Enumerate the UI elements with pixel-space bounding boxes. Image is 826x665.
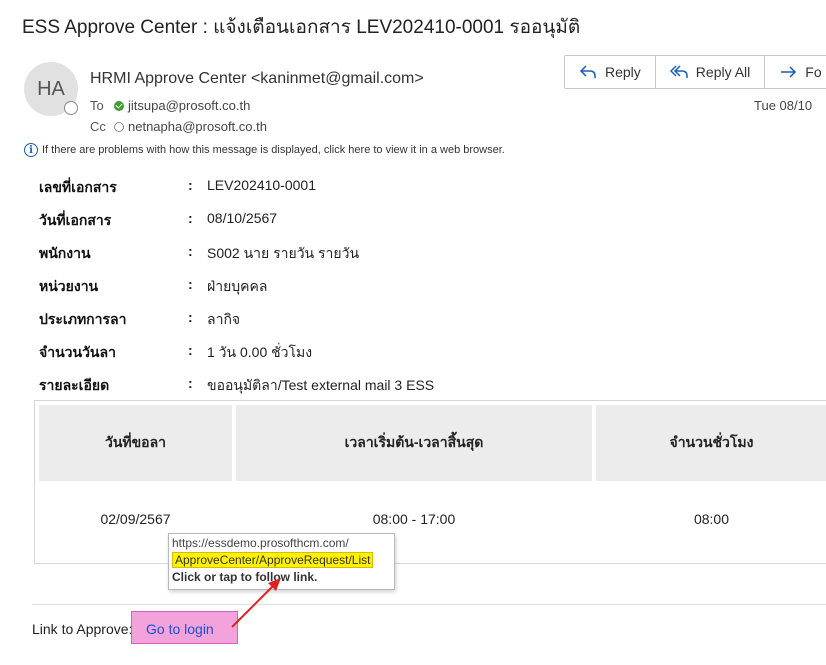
annotation-arrow-icon (231, 578, 281, 628)
